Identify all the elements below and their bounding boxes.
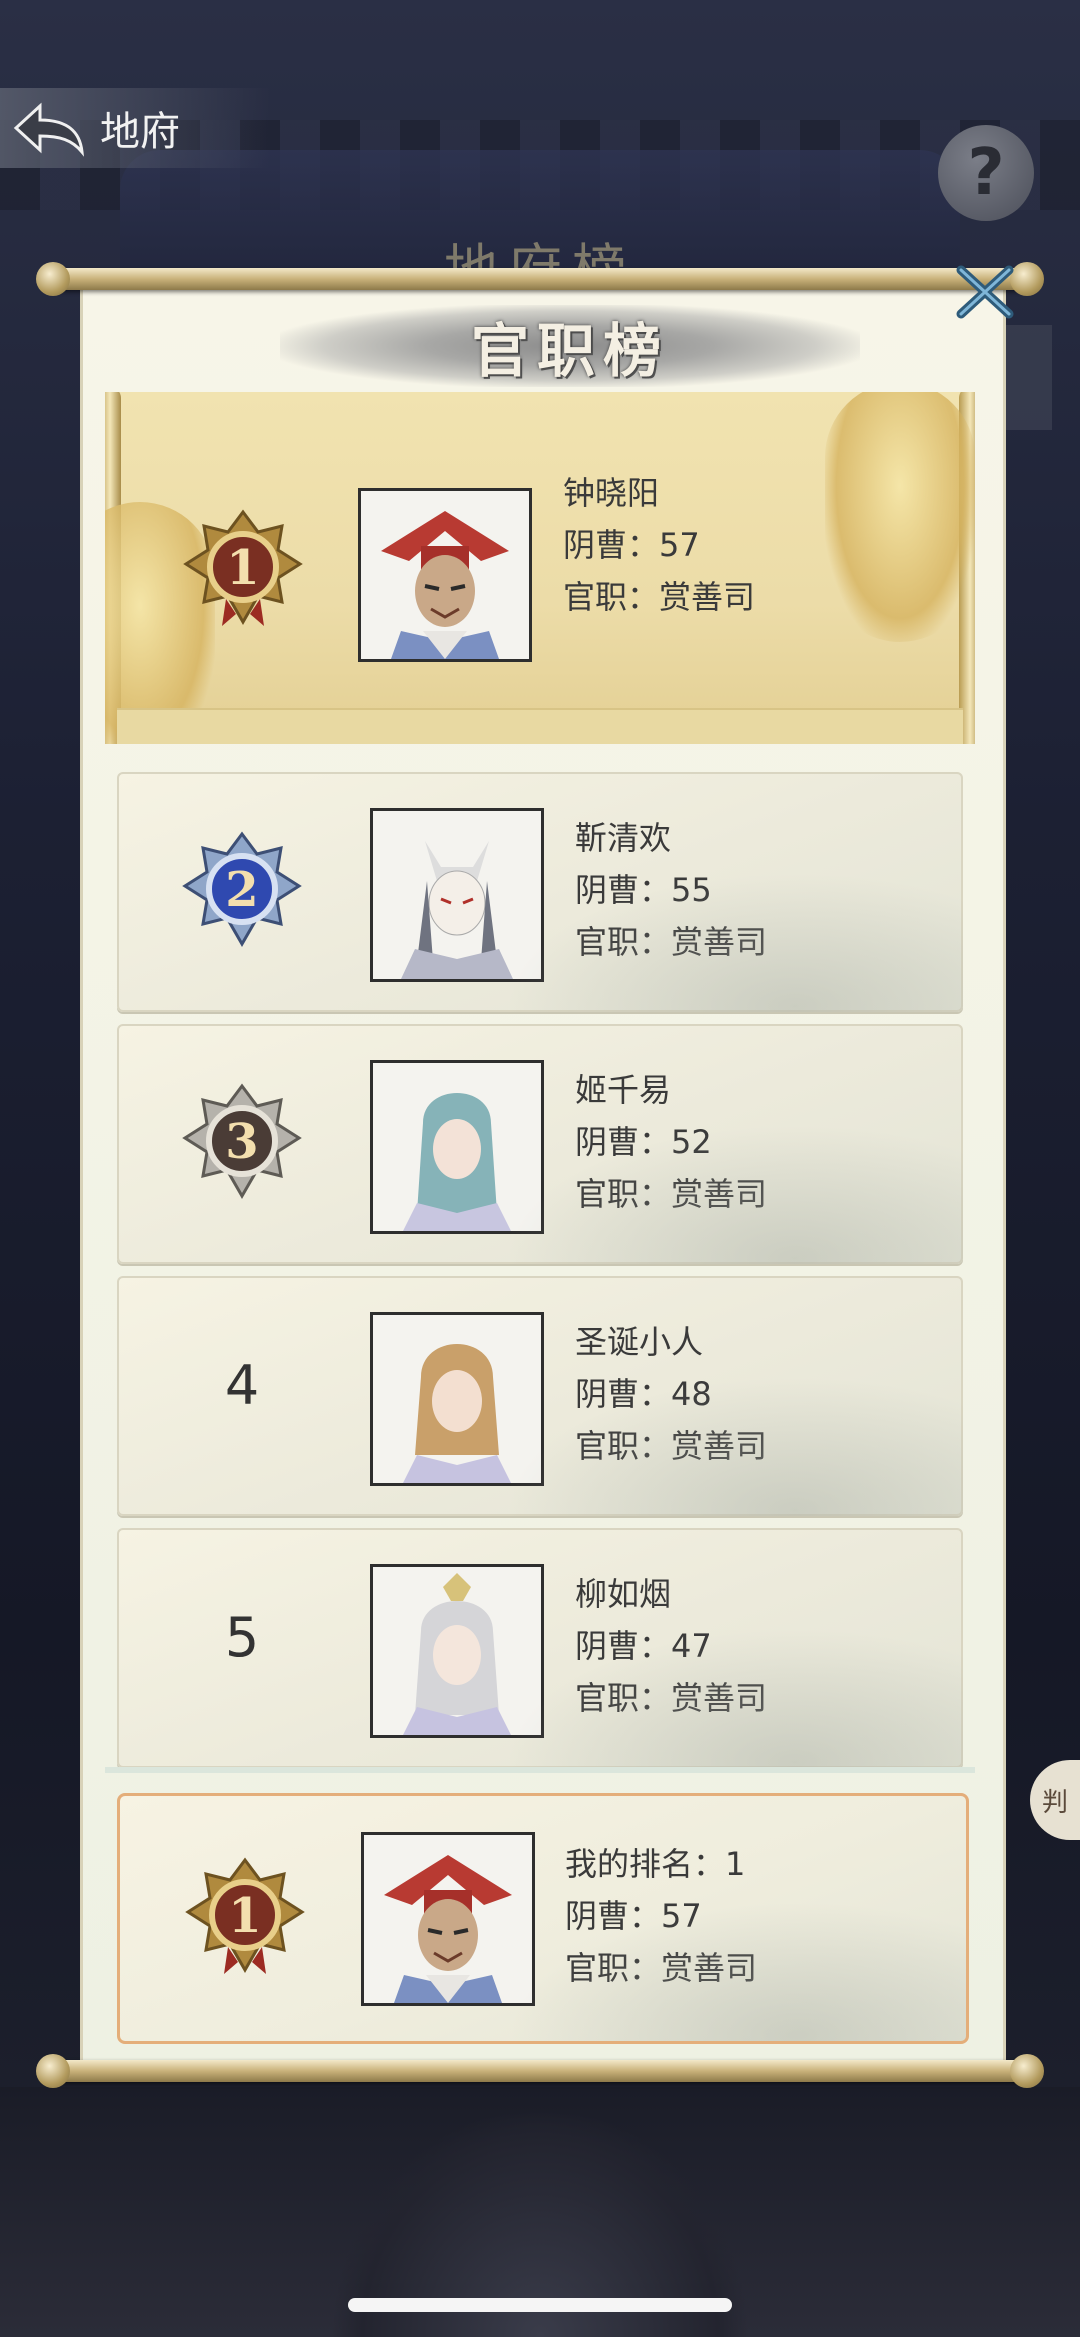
judge-stamp-button[interactable]: 判 [1030,1760,1080,1840]
player-stat: 阴曹：48 [575,1375,712,1413]
ranking-row-4[interactable]: 4 圣诞小人 阴曹：48 官职：赏善司 [117,1276,963,1516]
my-title: 官职：赏善司 [565,1949,758,1987]
scroll-rod-bottom [36,2054,1044,2088]
player-title: 官职：赏善司 [575,1679,768,1717]
panel-title: 官职榜 [470,317,669,385]
player-name: 靳清欢 [575,819,672,857]
panel-title-banner: 官职榜 [280,305,860,387]
my-stat: 阴曹：57 [565,1897,702,1935]
question-icon: ? [967,136,1005,210]
my-avatar[interactable] [361,1832,535,2006]
player-title: 官职：赏善司 [563,578,756,616]
rank-number: 4 [224,1354,260,1417]
player-avatar[interactable] [370,1312,544,1486]
svg-text:1: 1 [226,540,259,596]
close-icon [956,265,1014,319]
ranking-row-1[interactable]: 1 钟晓阳 阴曹：57 官职：赏善司 [105,392,975,744]
svg-text:2: 2 [225,862,258,918]
player-avatar[interactable] [370,1564,544,1738]
player-title: 官职：赏善司 [575,923,768,961]
close-button[interactable] [950,262,1020,322]
svg-text:1: 1 [228,1888,261,1944]
phoenix-decoration [825,392,975,642]
home-indicator[interactable] [348,2298,732,2312]
ranking-row-2[interactable]: 2 靳清欢 阴曹：55 官职：赏善司 [117,772,963,1012]
rank-1-badge-icon: 1 [180,1852,310,1982]
player-stat: 阴曹：55 [575,871,712,909]
back-button[interactable]: 地府 [0,88,270,168]
back-arrow-icon [0,88,100,168]
player-avatar[interactable] [370,808,544,982]
rank-1-badge-icon: 1 [178,504,308,634]
ranking-list[interactable]: 1 钟晓阳 阴曹：57 官职：赏善司 2 靳清欢 阴曹：55 官职：赏善司 3 … [105,392,975,1773]
player-stat: 阴曹：47 [575,1627,712,1665]
ranking-row-3[interactable]: 3 姬千易 阴曹：52 官职：赏善司 [117,1024,963,1264]
player-avatar[interactable] [358,488,532,662]
scroll-rod-top [36,262,1044,296]
rank-number: 5 [224,1606,260,1669]
player-name: 圣诞小人 [575,1323,704,1361]
rank-3-badge-icon: 3 [177,1078,307,1208]
my-rank-label: 我的排名：1 [565,1845,746,1883]
my-ranking-row[interactable]: 1 我的排名：1 阴曹：57 官职：赏善司 [117,1793,969,2044]
player-name: 姬千易 [575,1071,672,1109]
player-stat: 阴曹：52 [575,1123,712,1161]
player-stat: 阴曹：57 [563,526,700,564]
back-label: 地府 [100,109,180,155]
help-button[interactable]: ? [938,125,1034,221]
rank-2-badge-icon: 2 [177,826,307,956]
svg-text:3: 3 [225,1114,258,1170]
ranking-row-5[interactable]: 5 柳如烟 阴曹：47 官职：赏善司 [117,1528,963,1767]
player-title: 官职：赏善司 [575,1427,768,1465]
player-title: 官职：赏善司 [575,1175,768,1213]
player-avatar[interactable] [370,1060,544,1234]
player-name: 柳如烟 [575,1575,672,1613]
player-name: 钟晓阳 [563,474,660,512]
